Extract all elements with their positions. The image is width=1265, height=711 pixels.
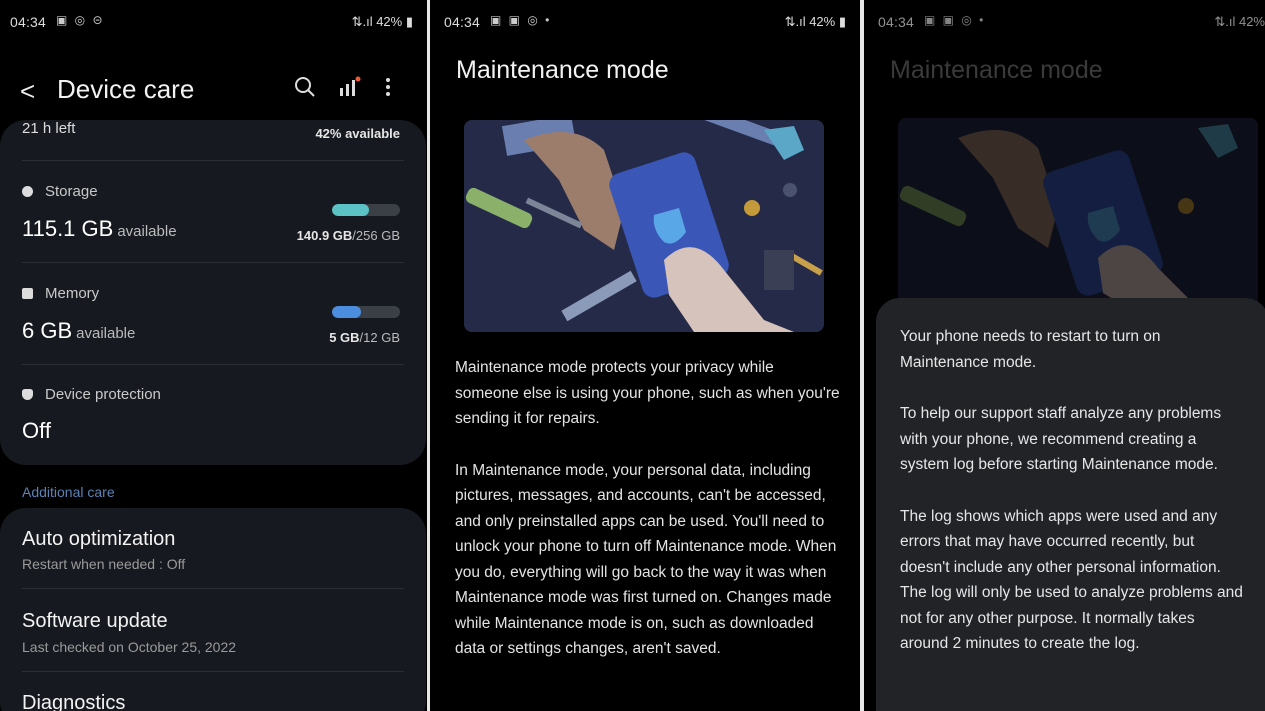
status-time: 04:34 [444,14,481,30]
item-title: Software update [22,610,168,632]
protection-value: Off [22,418,51,443]
paragraph: To help our support staff analyze any pr… [900,405,1222,473]
battery-percent: 42% [376,14,403,29]
search-icon[interactable] [294,76,316,104]
more-options-icon[interactable] [384,76,392,104]
page-title: Maintenance mode [456,56,669,84]
divider [22,262,404,263]
maintenance-illustration [464,120,824,332]
restart-dialog-screen: 04:34 ▣ ▣ ◎ • ⇅.ıl 42% Maintenance mode … [864,0,1265,711]
status-card: 21 h left 42% available Storage 115.1 GB… [0,120,426,465]
status-bar: 04:34 ▣ ▣ ◎ • ⇅.ıl 42% ▮ [430,0,860,44]
restart-bottom-sheet: Your phone needs to restart to turn on M… [876,298,1265,711]
battery-icon: ▮ [835,14,846,29]
additional-care-card: Auto optimization Restart when needed : … [0,508,426,711]
status-right: ⇅.ıl 42% ▮ [785,14,846,30]
storage-bar [332,204,400,216]
device-care-screen: 04:34 ▣ ◎ ⊝ ⇅.ıl 42% ▮ < Device care 21 … [0,0,427,711]
status-right: ⇅.ıl 42% ▮ [352,14,413,30]
divider [22,160,404,161]
memory-label: Memory [22,285,99,302]
battery-percent: 42% [809,14,836,29]
item-title: Diagnostics [22,692,126,711]
paragraph: Your phone needs to restart to turn on M… [900,328,1161,371]
additional-care-header: Additional care [22,484,115,500]
paragraph: In Maintenance mode, your personal data,… [455,461,837,658]
item-title: Auto optimization [22,528,176,550]
description-text: Maintenance mode protects your privacy w… [455,355,840,688]
storage-bar-fill [332,204,370,216]
memory-bar-fill [332,306,361,318]
item-sub: Last checked on October 25, 2022 [22,639,237,655]
battery-available: 42% available [315,126,400,141]
storage-label: Storage [22,183,98,200]
notification-icons: ▣ ◎ ⊝ [56,13,105,27]
memory-bar [332,306,400,318]
stats-icon[interactable] [338,76,362,104]
paragraph: Maintenance mode protects your privacy w… [455,359,840,427]
protection-label: Device protection [22,386,161,403]
storage-usage: 140.9 GB/256 GB [296,228,400,243]
maintenance-mode-screen: 04:34 ▣ ▣ ◎ • ⇅.ıl 42% ▮ Maintenance mod… [430,0,860,711]
battery-left-text: 21 h left [22,120,76,137]
status-time: 04:34 [10,14,47,30]
status-bar: 04:34 ▣ ◎ ⊝ ⇅.ıl 42% ▮ [0,0,427,44]
signal-icon: ⇅.ıl [351,14,377,29]
memory-usage: 5 GB/12 GB [329,330,400,345]
app-bar: < Device care [0,58,427,120]
shield-icon [22,389,33,400]
storage-icon [22,186,33,197]
page-title: Device care [57,74,195,104]
paragraph: The log shows which apps were used and a… [900,507,1243,653]
divider [22,364,404,365]
battery-icon: ▮ [402,14,413,29]
storage-value: 115.1 GB available [22,216,177,241]
divider [22,671,404,672]
divider [22,588,404,589]
item-sub: Restart when needed : Off [22,556,186,572]
signal-icon: ⇅.ıl [784,14,810,29]
back-icon[interactable]: < [20,76,35,107]
notification-icons: ▣ ▣ ◎ • [490,13,552,27]
memory-icon [22,288,33,299]
memory-value: 6 GB available [22,318,136,343]
dialog-text: Your phone needs to restart to turn on M… [900,324,1247,683]
